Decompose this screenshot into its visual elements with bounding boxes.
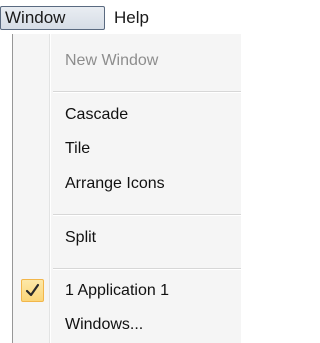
window-dropdown-menu: New Window Cascade Tile Arrange Icons Sp…: [12, 34, 241, 343]
menu-item-label: Windows...: [65, 316, 144, 333]
menu-separator: [53, 91, 241, 93]
menu-bar: Window Help: [0, 0, 241, 34]
menu-item-windows[interactable]: Windows...: [13, 308, 241, 342]
menu-item-new-window[interactable]: New Window: [13, 44, 241, 78]
menu-item-label: Cascade: [65, 106, 129, 123]
menu-item-label: Arrange Icons: [65, 175, 165, 192]
menu-item-arrange-icons[interactable]: Arrange Icons: [13, 167, 241, 201]
checkmark-icon: [21, 279, 44, 302]
menu-item-tile[interactable]: Tile: [13, 132, 241, 166]
menu-item-label: Split: [65, 229, 97, 246]
menu-item-label: New Window: [65, 52, 159, 69]
menu-help[interactable]: Help: [110, 6, 153, 30]
menu-separator: [53, 268, 241, 270]
menu-window[interactable]: Window: [0, 6, 105, 30]
menu-item-application-1[interactable]: 1 Application 1: [13, 274, 241, 308]
menu-item-label: 1 Application 1: [65, 282, 170, 299]
menu-item-split[interactable]: Split: [13, 221, 241, 255]
menu-item-label: Tile: [65, 140, 91, 157]
menu-separator: [53, 214, 241, 216]
menu-item-cascade[interactable]: Cascade: [13, 98, 241, 132]
